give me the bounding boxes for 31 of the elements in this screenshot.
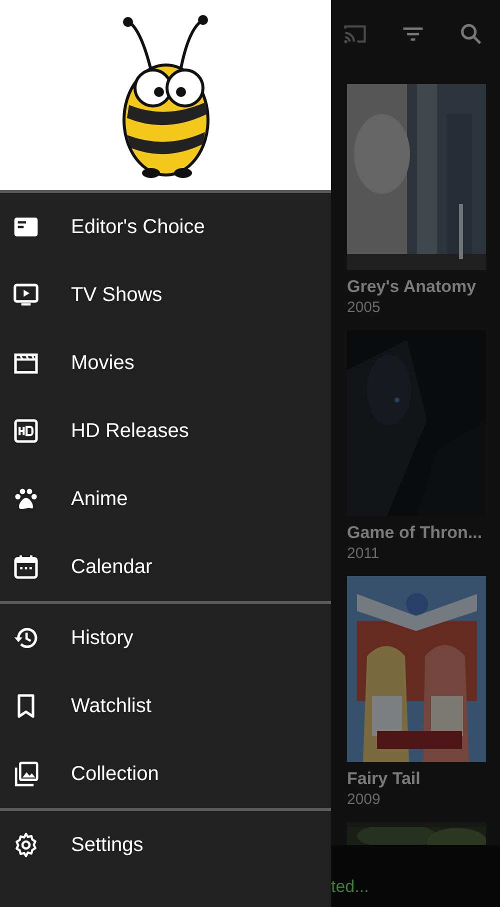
drawer-item[interactable]: Editor's Choice [0, 193, 331, 261]
drawer-item[interactable]: Calendar [0, 533, 331, 601]
drawer-item-label: History [71, 626, 134, 650]
drawer-item-label: Editor's Choice [71, 216, 205, 238]
drawer-item-label: Movies [71, 352, 134, 374]
drawer-item[interactable]: Watchlist [0, 672, 331, 740]
drawer-item-label: Watchlist [71, 694, 152, 718]
drawer-item[interactable]: Collection [0, 740, 331, 808]
show-year: 2011 [347, 544, 380, 564]
show-year: 2009 [347, 790, 382, 810]
drawer-item[interactable]: Movies [0, 329, 331, 397]
drawer-item-label: Anime [71, 488, 128, 510]
drawer-item-label: TV Shows [71, 284, 162, 306]
photo-stack-icon [12, 760, 40, 788]
drawer-item-label: Settings [71, 834, 144, 856]
show-title: Game of Thron... [347, 522, 484, 544]
drawer-item[interactable]: Anime [0, 465, 331, 533]
drawer-item[interactable]: TV Shows [0, 261, 331, 329]
show-title: Fairy Tail [347, 768, 422, 790]
hd-icon [12, 417, 40, 445]
snackbar-text: ted... [331, 877, 369, 897]
show-title: Grey's Anatomy [347, 276, 478, 298]
drawer-item-label: HD Releases [71, 420, 189, 442]
calendar-icon [12, 553, 40, 581]
drawer-item[interactable]: Settings [0, 811, 331, 879]
search-icon[interactable] [458, 21, 484, 47]
drawer-item-label: Collection [71, 762, 159, 786]
drawer-item[interactable]: HD Releases [0, 397, 331, 465]
drawer-item[interactable]: History [0, 604, 331, 672]
drawer-item-label: Calendar [71, 556, 152, 578]
show-year: 2005 [347, 298, 382, 318]
